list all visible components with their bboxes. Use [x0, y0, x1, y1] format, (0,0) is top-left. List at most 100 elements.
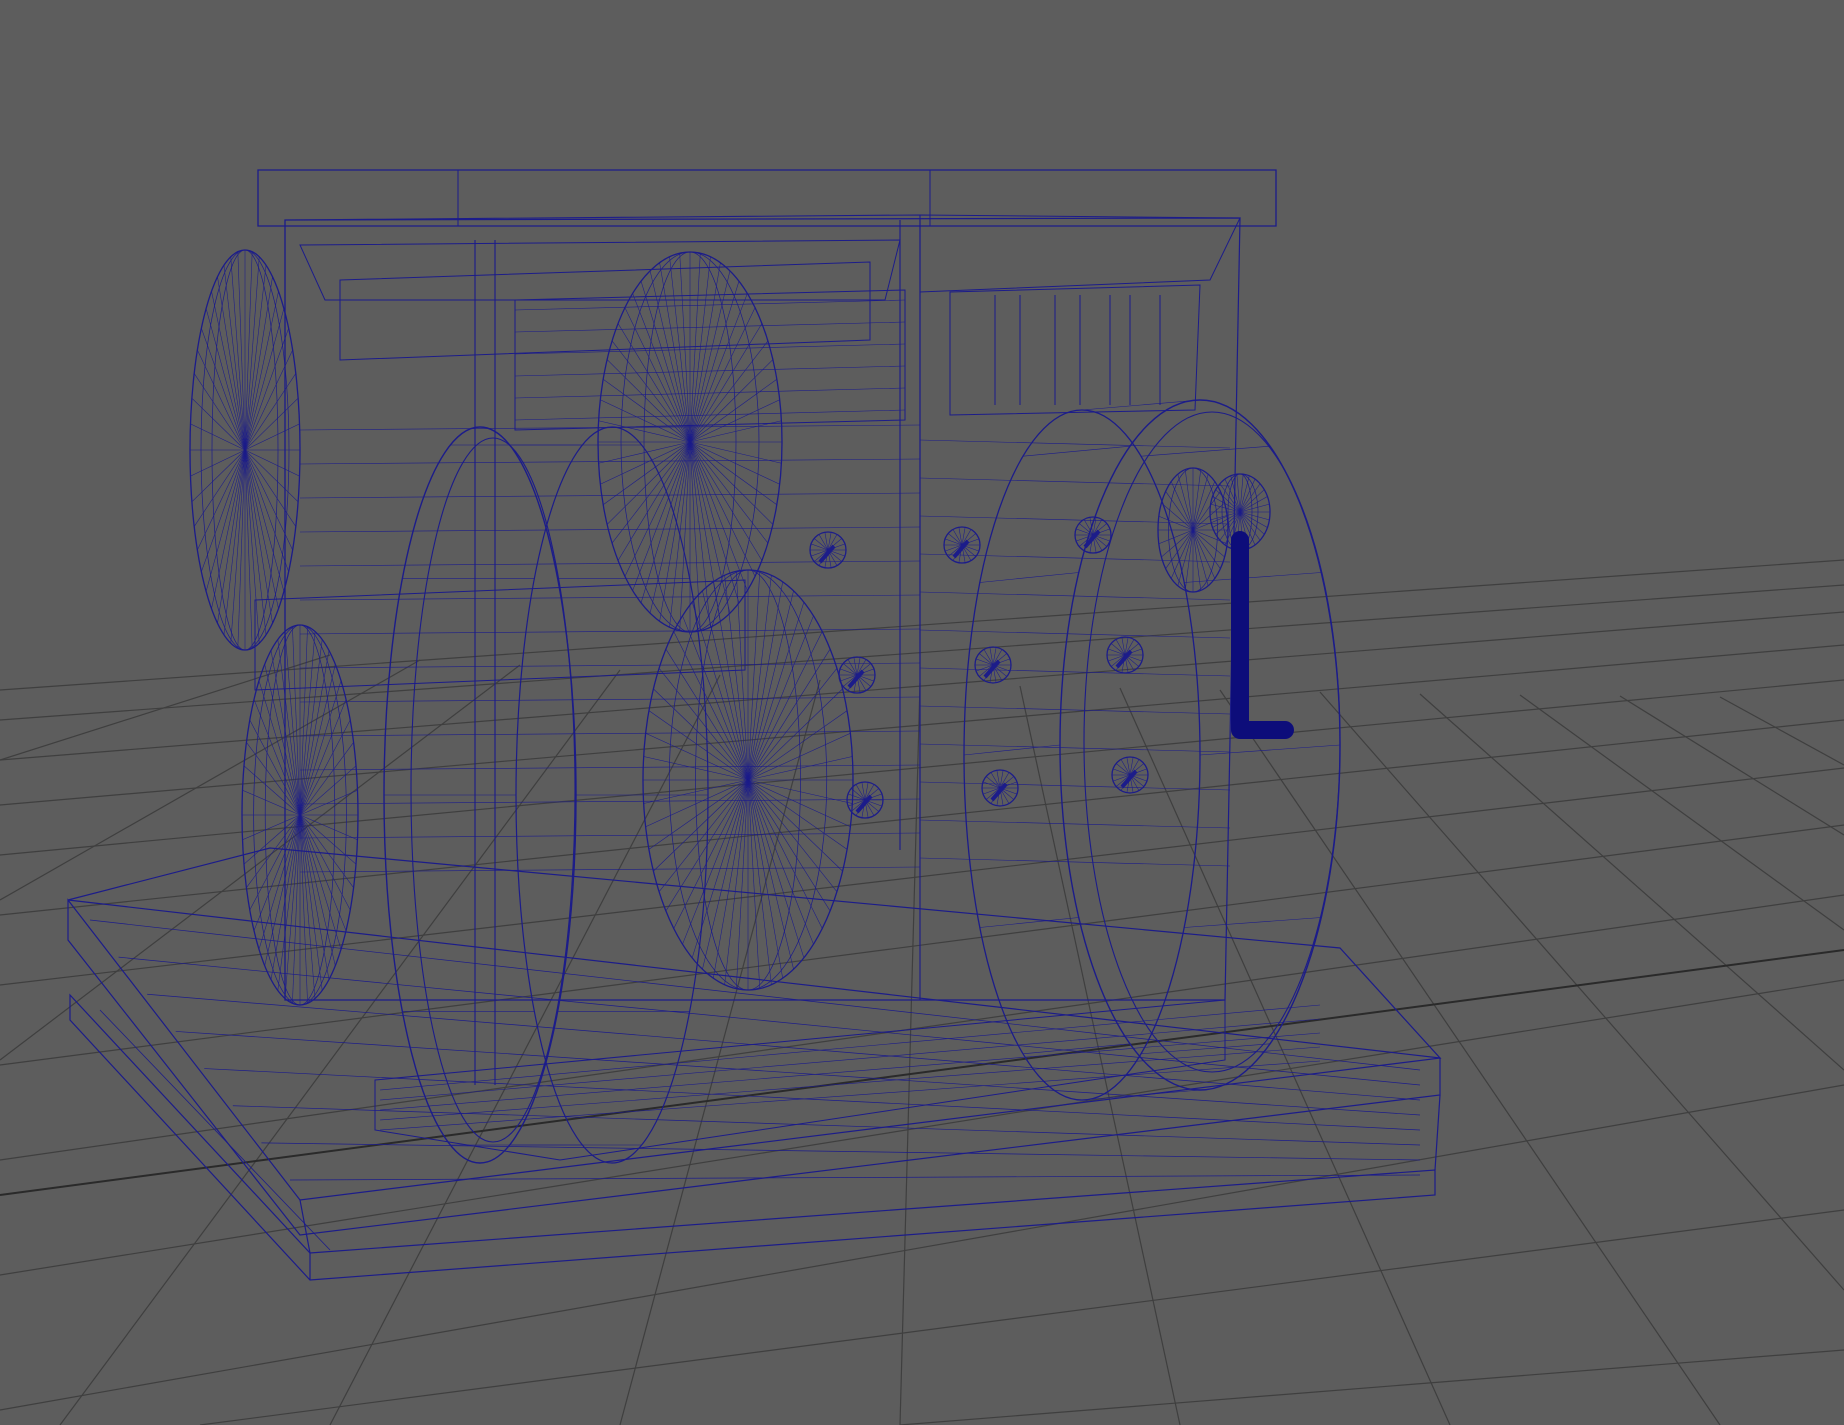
center-lower-drum-spoke	[673, 631, 749, 781]
base-corner	[299, 1199, 311, 1280]
center-upper-drum-spoke	[689, 441, 721, 622]
center-lower-drum-spoke	[648, 779, 749, 850]
center-lower-drum-spoke	[747, 710, 848, 781]
grid-column-line	[1119, 687, 1451, 1425]
grid-column-line	[1619, 695, 1844, 836]
drawer-edge-loop	[514, 365, 906, 377]
center-upper-drum-spoke	[689, 441, 780, 485]
side-edge-loop	[919, 781, 1231, 791]
crank-hub-spoke	[1192, 529, 1209, 586]
rear-lower-drum-spoke	[249, 719, 301, 816]
center-lower-drum-spoke	[747, 575, 772, 781]
base-right-edge	[1434, 1094, 1441, 1171]
center-lower-drum-spoke	[747, 631, 823, 781]
center-lower-drum-spoke	[747, 779, 814, 945]
grid-row-line	[0, 644, 1844, 806]
side-vent-panel	[949, 284, 1201, 416]
base-edge-loop	[261, 1142, 1421, 1161]
rear-upper-drum-spoke	[217, 276, 246, 451]
rear-upper-drum-spoke	[244, 276, 273, 451]
rear-upper-drum-spoke	[230, 256, 246, 451]
rear-lower-drum-spoke	[299, 814, 330, 980]
bolt-knob-spoke	[843, 663, 858, 676]
center-lower-drum-spoke	[713, 779, 749, 979]
center-lower-drum-spoke	[645, 779, 749, 827]
base-edge-loop	[175, 1031, 1421, 1116]
grid-row-line	[899, 1349, 1844, 1425]
bolt-knob-spoke	[982, 781, 1001, 789]
front-top-bevel	[299, 239, 901, 301]
rear-lower-drum-spoke	[299, 650, 330, 816]
ring-edge	[1081, 1089, 1201, 1101]
bolt-knob-spoke	[1107, 648, 1126, 656]
bolt-knob-spoke	[810, 543, 829, 551]
center-lower-drum-spoke	[713, 581, 749, 781]
grid-column-line	[1319, 691, 1844, 1291]
grid-column-line	[0, 654, 331, 761]
bolt-knob-spoke	[1116, 763, 1131, 776]
ring-outer	[963, 409, 1201, 1101]
center-upper-drum-spoke	[689, 379, 777, 443]
ground-grid	[0, 559, 1844, 1425]
grid-column-line	[1219, 689, 1721, 1425]
grid-row-line	[0, 719, 1844, 916]
grid-row-line	[0, 584, 1844, 721]
grid-column-line	[329, 674, 721, 1425]
center-upper-drum	[597, 251, 783, 633]
viewport-canvas[interactable]	[0, 0, 1844, 1425]
center-upper-drum-spoke	[617, 441, 691, 561]
center-upper-drum-spoke	[669, 441, 691, 628]
center-upper-drum-spoke	[617, 323, 691, 443]
bolt-knob-spoke	[986, 776, 1001, 789]
grid-column-line	[1519, 694, 1844, 931]
crank-hub-spoke	[1192, 474, 1209, 531]
grid-column-line	[619, 679, 821, 1425]
crank-hub-spoke	[1177, 474, 1194, 531]
center-lower-drum-spoke	[682, 779, 749, 945]
rear-upper-drum-spoke	[244, 449, 299, 502]
rear-lower-drum-spoke	[299, 631, 316, 816]
rear-upper-drum-spoke	[197, 449, 246, 551]
wireframe-model[interactable]	[67, 169, 1442, 1281]
side-edge-loop	[919, 667, 1231, 677]
bolt-knob-spoke	[944, 538, 963, 546]
crank-hub-spoke	[1177, 529, 1194, 586]
side-edge-loop	[919, 857, 1231, 867]
ring-edge	[979, 572, 1079, 583]
crank-knob-spoke	[1239, 496, 1268, 513]
crank-hub-spoke	[1192, 529, 1225, 558]
grid-column-line	[0, 664, 521, 1061]
rear-upper-drum-spoke	[191, 449, 246, 502]
bolt-knob-spoke	[847, 793, 866, 801]
base-edge-loop	[232, 1105, 1421, 1146]
cabinet-front	[284, 214, 921, 1001]
front-left-ring	[383, 426, 709, 1164]
3d-viewport[interactable]	[0, 0, 1844, 1425]
side-edge-loop	[919, 553, 1231, 563]
center-upper-drum-spoke	[689, 399, 780, 443]
body-edge-loop	[299, 662, 921, 669]
bolt-knob-spoke	[975, 658, 994, 666]
rear-lower-drum-spoke	[243, 765, 301, 816]
center-lower-drum-spoke	[645, 733, 749, 781]
rear-lower-drum-spoke	[284, 631, 301, 816]
rear-upper-drum-spoke	[230, 449, 246, 644]
side-edge-loop	[919, 743, 1231, 753]
body-edge-loop	[299, 492, 921, 499]
center-upper-drum-spoke	[689, 441, 756, 577]
rear-upper-drum-spoke	[244, 449, 273, 624]
center-lower-drum-spoke	[648, 710, 749, 781]
center-upper-drum-spoke	[659, 441, 691, 622]
body-edge-loop	[299, 594, 921, 601]
base-platform	[67, 847, 1442, 1281]
center-upper-drum-spoke	[603, 379, 691, 443]
rear-lower-drum-spoke	[243, 814, 301, 865]
bolt-knob-spoke	[1112, 768, 1131, 776]
center-upper-drum-spoke	[632, 441, 691, 591]
side-edge-loop	[919, 591, 1231, 601]
center-upper-drum-spoke	[659, 262, 691, 443]
body-edge-loop	[299, 458, 921, 465]
bolt-knob-spoke	[979, 653, 994, 666]
rear-upper-drum	[189, 249, 301, 651]
center-lower-drum-spoke	[747, 779, 772, 985]
